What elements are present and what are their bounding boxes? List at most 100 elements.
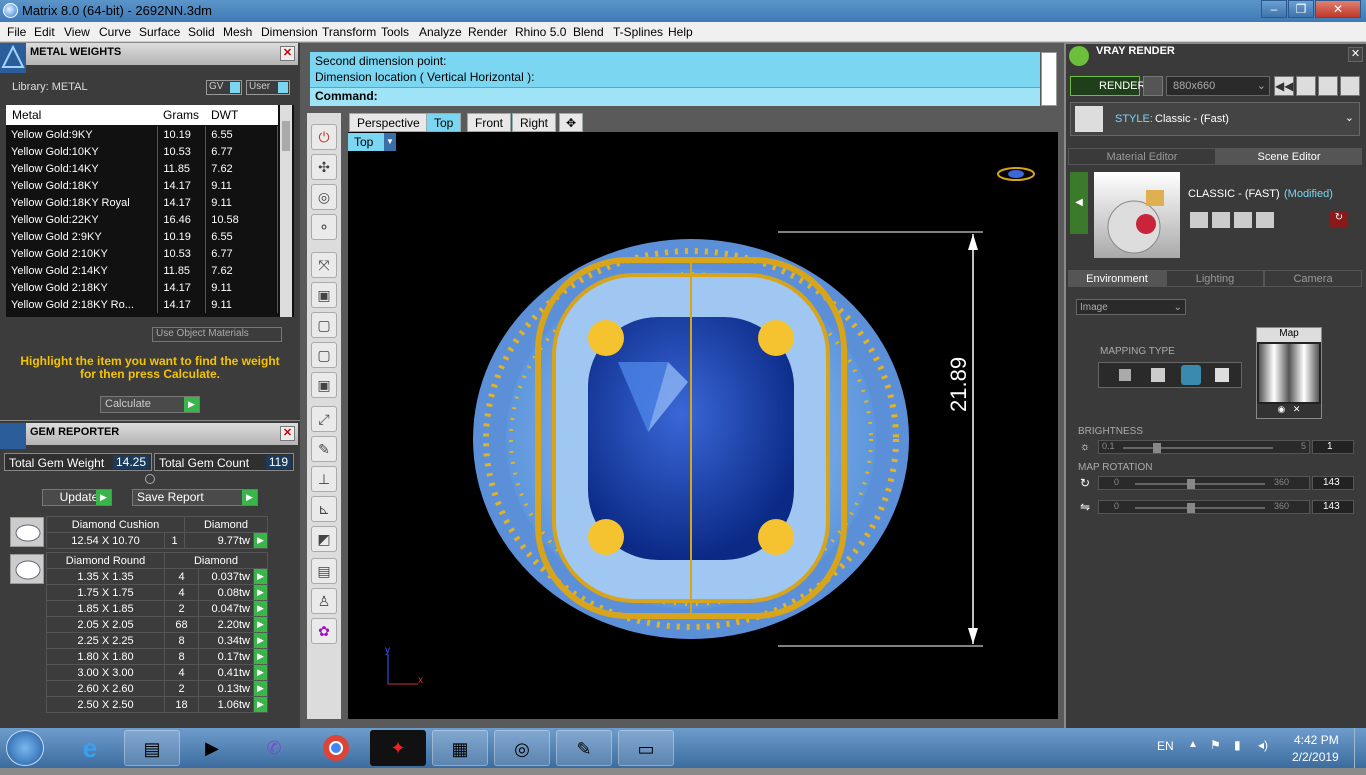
gv-toggle[interactable]: GV [206, 80, 242, 95]
globe-icon[interactable]: ◎ [311, 184, 337, 210]
menu-edit[interactable]: Edit [34, 25, 55, 39]
brightness-value[interactable]: 1 [1312, 440, 1354, 454]
metal-row[interactable]: Yellow Gold:9KY 10.19 6.55 [6, 126, 278, 143]
clock-time[interactable]: 4:42 PM [1294, 733, 1339, 747]
flag-icon[interactable]: ⚑ [1210, 738, 1221, 752]
metal-row[interactable]: Yellow Gold 2:18KY 14.17 9.11 [6, 279, 278, 296]
show-desktop-button[interactable] [1354, 728, 1366, 768]
top-viewport[interactable]: Top ▼ 21.89 y x [348, 132, 1058, 719]
metal-row[interactable]: Yellow Gold:14KY 11.85 7.62 [6, 160, 278, 177]
game-launcher-icon[interactable]: ✦ [370, 730, 426, 766]
menu-view[interactable]: View [64, 25, 90, 39]
list-icon[interactable] [1318, 76, 1338, 96]
matrix-app-icon[interactable]: ◎ [494, 730, 550, 766]
tab-front[interactable]: Front [467, 113, 512, 132]
menu-blend[interactable]: Blend [573, 25, 604, 39]
stop-icon[interactable]: ⏻ [311, 124, 337, 150]
tab-perspective[interactable]: Perspective [349, 113, 428, 132]
use-object-materials-button[interactable]: Use Object Materials [152, 327, 282, 342]
snap-off-icon[interactable]: ⊥ [311, 466, 337, 492]
maximize-button[interactable]: ❐ [1288, 0, 1314, 18]
rewind-icon[interactable]: ◀◀ [1274, 76, 1294, 96]
shape-icon[interactable]: ◩ [311, 526, 337, 552]
ruler-icon[interactable]: ⊾ [311, 496, 337, 522]
start-button[interactable] [6, 730, 44, 766]
signal-icon[interactable]: ▮ [1234, 738, 1241, 752]
gem-go-button[interactable]: ▶ [253, 680, 268, 697]
pencil-icon[interactable]: ✎ [311, 436, 337, 462]
save-as-icon[interactable] [1212, 212, 1230, 228]
menu-mesh[interactable]: Mesh [223, 25, 252, 39]
chrome-icon[interactable] [308, 730, 364, 766]
transform-icon[interactable]: ⤧ [311, 252, 337, 278]
box-icon[interactable]: ▣ [311, 282, 337, 308]
save-report-button[interactable]: Save Report ▶ [132, 489, 258, 506]
language-indicator[interactable]: EN [1157, 739, 1174, 753]
document-icon[interactable]: ▭ [618, 730, 674, 766]
metal-row[interactable]: Yellow Gold 2:10KY 10.53 6.77 [6, 245, 278, 262]
mapping-type-selector[interactable] [1098, 362, 1242, 388]
metal-row[interactable]: Yellow Gold 2:18KY Ro... 14.17 9.11 [6, 296, 278, 313]
tab-material-editor[interactable]: Material Editor [1068, 148, 1216, 165]
metal-scrollbar[interactable] [280, 105, 292, 317]
gem-go-button[interactable]: ▶ [253, 664, 268, 681]
style-select[interactable]: STYLE: Classic - (Fast) ⌄ [1070, 102, 1360, 136]
network-icon[interactable]: ⚬ [311, 214, 337, 240]
expand-icon[interactable]: ◀ [1070, 172, 1088, 234]
menu-curve[interactable]: Curve [99, 25, 131, 39]
volume-icon[interactable]: ◂) [1258, 738, 1268, 752]
menu-help[interactable]: Help [668, 25, 693, 39]
spherical-mapping-icon[interactable] [1181, 365, 1201, 385]
save-icon[interactable] [1190, 212, 1208, 228]
gem-go-button[interactable]: ▶ [253, 648, 268, 665]
command-input[interactable]: Command: [310, 87, 1040, 106]
user-toggle[interactable]: User [246, 80, 290, 95]
import-icon[interactable] [1256, 212, 1274, 228]
menu-transform[interactable]: Transform [322, 25, 376, 39]
close-button[interactable]: ✕ [1315, 0, 1361, 18]
menu-render[interactable]: Render [468, 25, 507, 39]
metal-row[interactable]: Yellow Gold:22KY 16.46 10.58 [6, 211, 278, 228]
command-scrollbar[interactable] [1041, 52, 1057, 106]
hidden-icon[interactable]: ▤ [311, 558, 337, 584]
menu-solid[interactable]: Solid [188, 25, 215, 39]
paint-icon[interactable]: ✎ [556, 730, 612, 766]
explorer-icon[interactable]: ▤ [124, 730, 180, 766]
gem-go-button[interactable]: ▶ [253, 584, 268, 601]
close-icon[interactable]: ✕ [280, 426, 295, 441]
menu-analyze[interactable]: Analyze [419, 25, 462, 39]
menu-dimension[interactable]: Dimension [261, 25, 318, 39]
box-mapping-icon[interactable] [1151, 368, 1165, 382]
calculate-button[interactable]: Calculate ▶ [100, 396, 200, 413]
collapse-icon[interactable] [145, 474, 155, 484]
menu-rhino[interactable]: Rhino 5.0 [515, 25, 566, 39]
grid-icon[interactable] [1340, 76, 1360, 96]
export-icon[interactable] [1234, 212, 1252, 228]
environment-map[interactable]: Map ◉ ✕ [1256, 327, 1322, 419]
tab-environment[interactable]: Environment [1068, 270, 1166, 287]
tab-top[interactable]: Top [426, 113, 462, 132]
media-player-icon[interactable]: ▶ [184, 730, 240, 766]
update-button[interactable]: Update ▶ [42, 489, 112, 506]
rotation-value-2[interactable]: 143 [1312, 500, 1354, 514]
tab-lighting[interactable]: Lighting [1166, 270, 1264, 287]
resolution-select[interactable]: 880x660 ⌄ [1166, 76, 1270, 96]
add-viewport-icon[interactable]: ✥ [559, 113, 584, 132]
scale-icon[interactable]: ⤢ [311, 406, 337, 432]
menu-file[interactable]: File [7, 25, 26, 39]
menu-tsplines[interactable]: T-Splines [613, 25, 663, 39]
box-front-icon[interactable]: ▢ [311, 312, 337, 338]
gem-go-button[interactable]: ▶ [253, 600, 268, 617]
screen-mapping-icon[interactable] [1215, 368, 1229, 382]
gem-go-button[interactable]: ▶ [253, 568, 268, 585]
environment-type-select[interactable]: Image ⌄ [1076, 299, 1186, 315]
tab-scene-editor[interactable]: Scene Editor [1216, 148, 1362, 165]
planar-mapping-icon[interactable] [1119, 369, 1131, 381]
clock-date[interactable]: 2/2/2019 [1292, 750, 1339, 764]
tab-right[interactable]: Right [512, 113, 557, 132]
menu-surface[interactable]: Surface [139, 25, 180, 39]
gear-icon[interactable]: ✿ [311, 618, 337, 644]
axis-icon[interactable]: ✣ [311, 154, 337, 180]
metal-row[interactable]: Yellow Gold 2:9KY 10.19 6.55 [6, 228, 278, 245]
minimize-button[interactable]: – [1261, 0, 1287, 18]
